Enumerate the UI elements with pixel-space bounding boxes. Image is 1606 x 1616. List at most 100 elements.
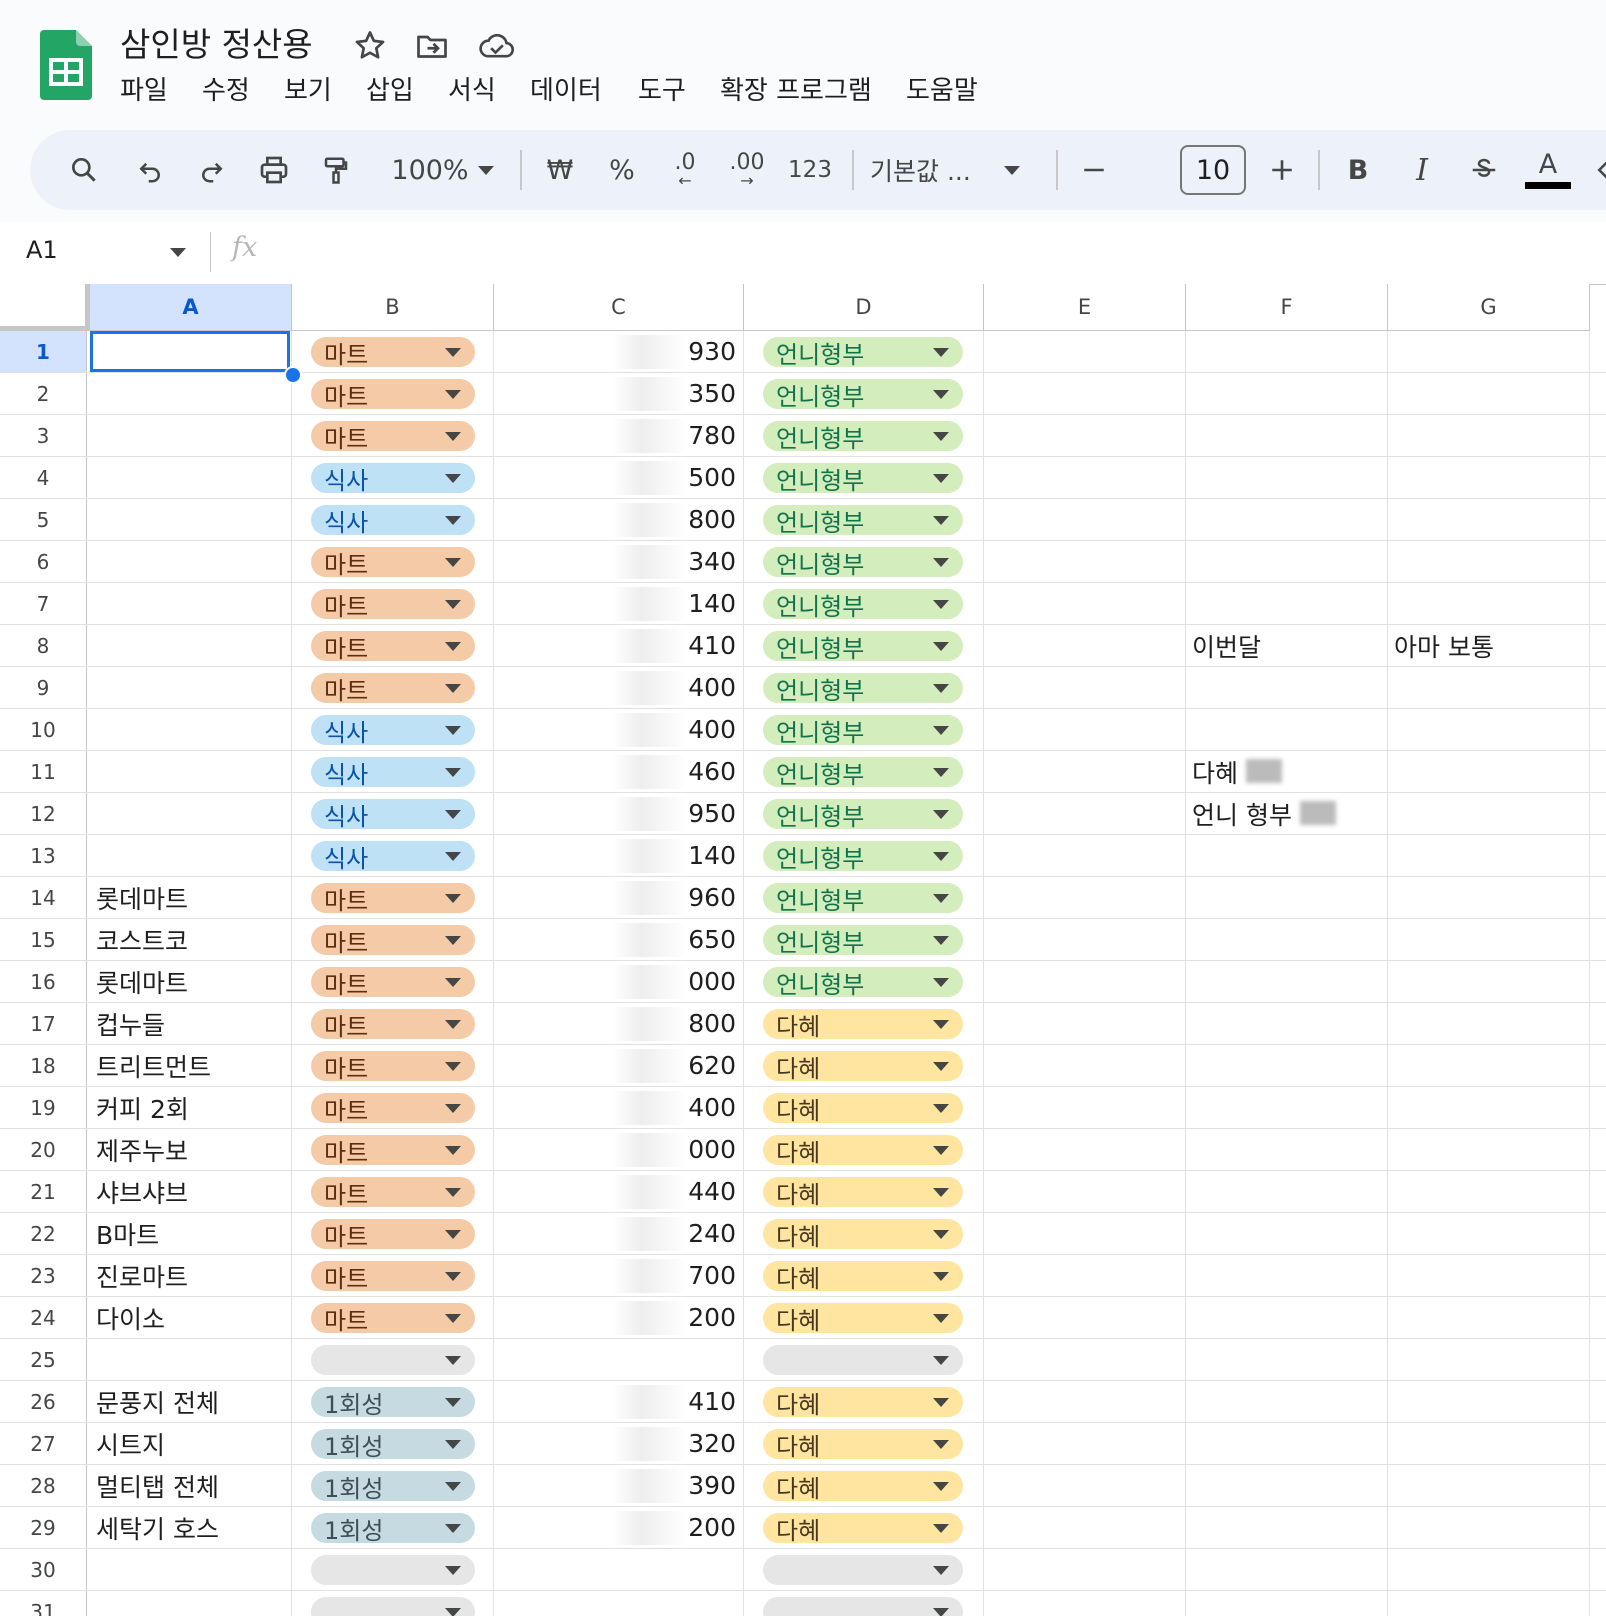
row-header[interactable]: 22 (0, 1213, 87, 1254)
payer-dropdown-chip[interactable] (763, 1555, 963, 1585)
spreadsheet-grid[interactable]: A B C D E F G 1 마트 930 언니형부 2 마트 350 언니형부 3 마트 780… (0, 284, 1606, 1616)
row-header[interactable]: 18 (0, 1045, 87, 1086)
cell-a-item[interactable]: B마트 (96, 1213, 159, 1254)
cell-c-amount[interactable]: 240 (626, 1213, 736, 1254)
payer-dropdown-chip[interactable]: 언니형부 (763, 673, 963, 705)
category-dropdown-chip[interactable]: 마트 (311, 1009, 475, 1041)
payer-dropdown-chip[interactable]: 언니형부 (763, 925, 963, 957)
paint-format-icon[interactable] (314, 140, 358, 200)
cell-c-amount[interactable]: 200 (626, 1507, 736, 1548)
menu-insert[interactable]: 삽입 (366, 70, 414, 107)
column-header-b[interactable]: B (292, 284, 494, 331)
font-family-select[interactable]: 기본값 ... (870, 140, 990, 200)
category-dropdown-chip[interactable]: 마트 (311, 379, 475, 411)
fill-color-icon[interactable] (1586, 140, 1606, 200)
cell-c-amount[interactable]: 140 (626, 583, 736, 624)
cell-c-amount[interactable]: 000 (626, 1129, 736, 1170)
category-dropdown-chip[interactable]: 1회성 (311, 1513, 475, 1545)
category-dropdown-chip[interactable]: 식사 (311, 463, 475, 495)
row-header[interactable]: 13 (0, 835, 87, 876)
column-header-a[interactable]: A (90, 284, 292, 331)
category-dropdown-chip[interactable]: 마트 (311, 1135, 475, 1167)
row-header[interactable]: 31 (0, 1591, 87, 1616)
cell-c-amount[interactable]: 460 (626, 751, 736, 792)
cell-c-amount[interactable]: 700 (626, 1255, 736, 1296)
cell-c-amount[interactable]: 400 (626, 667, 736, 708)
category-dropdown-chip[interactable] (311, 1597, 475, 1616)
row-header[interactable]: 23 (0, 1255, 87, 1296)
strikethrough-icon[interactable] (1462, 140, 1506, 200)
print-icon[interactable] (252, 140, 296, 200)
number-format-button[interactable]: 123 (782, 140, 838, 200)
category-dropdown-chip[interactable]: 마트 (311, 883, 475, 915)
category-dropdown-chip[interactable]: 마트 (311, 1177, 475, 1209)
select-all-corner[interactable] (0, 284, 90, 331)
category-dropdown-chip[interactable]: 식사 (311, 841, 475, 873)
row-header[interactable]: 17 (0, 1003, 87, 1044)
cell-c-amount[interactable]: 000 (626, 961, 736, 1002)
row-header[interactable]: 10 (0, 709, 87, 750)
row-header[interactable]: 14 (0, 877, 87, 918)
cell-a-item[interactable]: 트리트먼트 (96, 1045, 211, 1086)
category-dropdown-chip[interactable]: 1회성 (311, 1429, 475, 1461)
payer-dropdown-chip[interactable]: 언니형부 (763, 967, 963, 999)
undo-icon[interactable] (128, 140, 172, 200)
cloud-saved-icon[interactable] (478, 28, 515, 64)
cell-a-item[interactable]: 문풍지 전체 (96, 1381, 219, 1422)
category-dropdown-chip[interactable]: 식사 (311, 715, 475, 747)
category-dropdown-chip[interactable]: 마트 (311, 673, 475, 705)
row-header[interactable]: 20 (0, 1129, 87, 1170)
cell-c-amount[interactable]: 200 (626, 1297, 736, 1338)
payer-dropdown-chip[interactable] (763, 1345, 963, 1375)
category-dropdown-chip[interactable]: 식사 (311, 505, 475, 537)
category-dropdown-chip[interactable]: 마트 (311, 589, 475, 621)
menu-tools[interactable]: 도구 (638, 70, 686, 107)
payer-dropdown-chip[interactable]: 언니형부 (763, 421, 963, 453)
italic-button[interactable]: I (1400, 140, 1444, 200)
increase-decimal-button[interactable]: .00 → (722, 140, 772, 200)
font-size-input[interactable]: 10 (1180, 145, 1246, 195)
category-dropdown-chip[interactable]: 1회성 (311, 1387, 475, 1419)
category-dropdown-chip[interactable]: 마트 (311, 337, 475, 369)
cell-a-item[interactable]: 롯데마트 (96, 961, 188, 1002)
cell-a-item[interactable]: 세탁기 호스 (96, 1507, 219, 1548)
payer-dropdown-chip[interactable]: 다혜 (763, 1387, 963, 1419)
payer-dropdown-chip[interactable]: 언니형부 (763, 715, 963, 747)
payer-dropdown-chip[interactable]: 다혜 (763, 1429, 963, 1461)
fill-handle[interactable] (284, 366, 302, 384)
name-box-dropdown-icon[interactable] (170, 248, 186, 257)
payer-dropdown-chip[interactable]: 다혜 (763, 1471, 963, 1503)
zoom-dropdown-icon[interactable] (476, 140, 496, 200)
increase-font-size-button[interactable] (1260, 140, 1304, 200)
payer-dropdown-chip[interactable]: 언니형부 (763, 547, 963, 579)
menu-help[interactable]: 도움말 (906, 70, 978, 107)
cell-c-amount[interactable]: 400 (626, 1087, 736, 1128)
menu-edit[interactable]: 수정 (202, 70, 250, 107)
cell-c-amount[interactable]: 390 (626, 1465, 736, 1506)
cell-c-amount[interactable]: 620 (626, 1045, 736, 1086)
cell-c-amount[interactable]: 950 (626, 793, 736, 834)
cell-a-item[interactable]: 멀티탭 전체 (96, 1465, 219, 1506)
cell-g-note[interactable]: 아마 보통 (1394, 625, 1494, 666)
payer-dropdown-chip[interactable]: 다혜 (763, 1261, 963, 1293)
payer-dropdown-chip[interactable]: 언니형부 (763, 841, 963, 873)
row-header[interactable]: 7 (0, 583, 87, 624)
percent-format-button[interactable]: % (600, 140, 644, 200)
row-header[interactable]: 12 (0, 793, 87, 834)
row-header[interactable]: 28 (0, 1465, 87, 1506)
cell-c-amount[interactable]: 140 (626, 835, 736, 876)
category-dropdown-chip[interactable] (311, 1555, 475, 1585)
category-dropdown-chip[interactable]: 마트 (311, 1093, 475, 1125)
row-header[interactable]: 2 (0, 373, 87, 414)
cell-c-amount[interactable] (626, 1591, 736, 1616)
cell-c-amount[interactable]: 930 (626, 331, 736, 372)
cell-f-note[interactable]: 다혜 (1192, 751, 1238, 792)
row-header[interactable]: 27 (0, 1423, 87, 1464)
row-header[interactable]: 6 (0, 541, 87, 582)
menu-data[interactable]: 데이터 (530, 70, 602, 107)
search-icon[interactable] (62, 140, 106, 200)
row-header[interactable]: 5 (0, 499, 87, 540)
cell-a-item[interactable]: 진로마트 (96, 1255, 188, 1296)
cell-f-note[interactable]: 이번달 (1192, 625, 1261, 666)
category-dropdown-chip[interactable]: 마트 (311, 967, 475, 999)
